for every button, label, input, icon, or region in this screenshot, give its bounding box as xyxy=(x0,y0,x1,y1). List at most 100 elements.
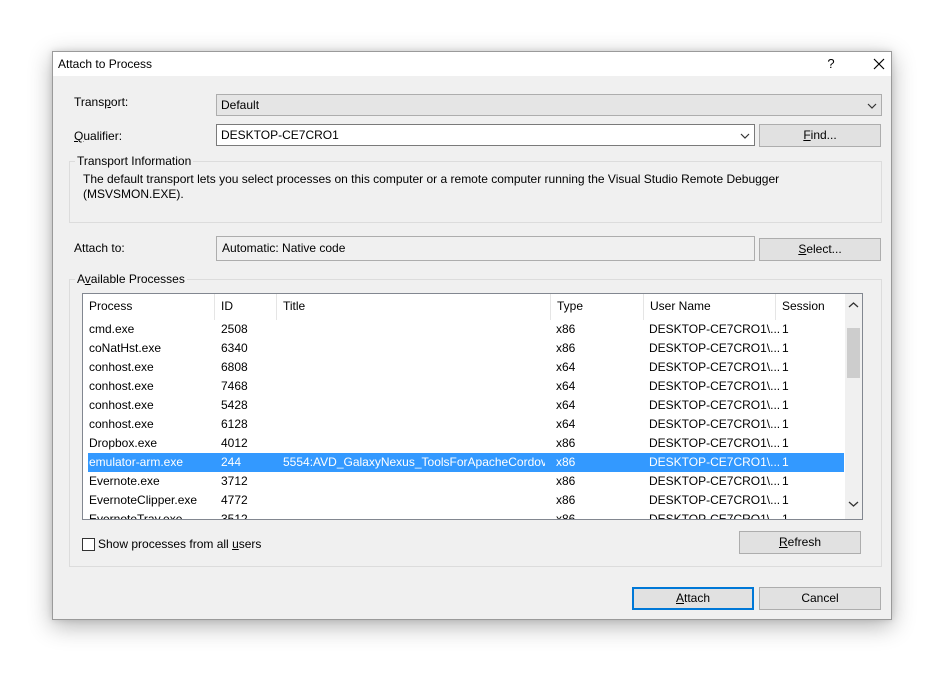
process-type: x64 xyxy=(556,379,576,393)
process-name: conhost.exe xyxy=(89,398,154,412)
process-name: Dropbox.exe xyxy=(89,436,158,450)
process-name: conhost.exe xyxy=(89,417,154,431)
process-user: DESKTOP-CE7CRO1\... xyxy=(649,493,781,507)
table-row[interactable]: coNatHst.exe 6340 x86 DESKTOP-CE7CRO1\..… xyxy=(83,339,845,358)
process-id: 3512 xyxy=(221,512,248,520)
process-id: 244 xyxy=(221,455,242,469)
process-session: 1 xyxy=(782,474,789,488)
table-row-selected[interactable]: emulator-arm.exe 244 5554:AVD_GalaxyNexu… xyxy=(88,453,844,472)
table-row[interactable]: cmd.exe 2508 x86 DESKTOP-CE7CRO1\... 1 xyxy=(83,320,845,339)
process-session: 1 xyxy=(782,379,789,393)
transport-info-line2: (MSVSMON.EXE). xyxy=(83,187,184,201)
process-user: DESKTOP-CE7CRO1\... xyxy=(649,398,781,412)
process-name: conhost.exe xyxy=(89,379,154,393)
process-user: DESKTOP-CE7CRO1\... xyxy=(649,341,781,355)
scrollbar-thumb[interactable] xyxy=(847,328,860,378)
process-user: DESKTOP-CE7CRO1\... xyxy=(649,322,781,336)
process-type: x64 xyxy=(556,417,576,431)
process-list[interactable]: Process ID Title Type User Name Session … xyxy=(82,293,863,520)
available-processes-title: Available Processes xyxy=(75,272,187,286)
process-id: 6340 xyxy=(221,341,248,355)
process-user: DESKTOP-CE7CRO1\... xyxy=(649,379,781,393)
process-session: 1 xyxy=(782,398,789,412)
process-name: conhost.exe xyxy=(89,360,154,374)
close-icon[interactable] xyxy=(871,56,887,72)
process-name: coNatHst.exe xyxy=(89,341,162,355)
show-all-users-checkbox[interactable] xyxy=(82,538,95,551)
table-row[interactable]: EvernoteClipper.exe 4772 x86 DESKTOP-CE7… xyxy=(83,491,845,510)
process-user: DESKTOP-CE7CRO1\... xyxy=(649,417,781,431)
chevron-down-icon[interactable] xyxy=(848,498,859,509)
title-bar: Attach to Process ? xyxy=(53,52,891,76)
process-name: Evernote.exe xyxy=(89,474,160,488)
process-id: 5428 xyxy=(221,398,248,412)
cancel-button[interactable]: Cancel xyxy=(759,587,881,610)
process-session: 1 xyxy=(782,436,789,450)
process-name: cmd.exe xyxy=(89,322,135,336)
process-id: 2508 xyxy=(221,322,248,336)
table-row[interactable]: conhost.exe 5428 x64 DESKTOP-CE7CRO1\...… xyxy=(83,396,845,415)
table-row[interactable]: conhost.exe 6808 x64 DESKTOP-CE7CRO1\...… xyxy=(83,358,845,377)
refresh-button[interactable]: Refresh xyxy=(739,531,861,554)
table-row[interactable]: conhost.exe 6128 x64 DESKTOP-CE7CRO1\...… xyxy=(83,415,845,434)
process-user: DESKTOP-CE7CRO1\... xyxy=(649,474,781,488)
transport-info-group xyxy=(69,161,882,223)
attach-to-process-dialog: Attach to Process ? Transport: Default Q… xyxy=(52,51,892,620)
attach-button[interactable]: Attach xyxy=(632,587,754,610)
process-type: x64 xyxy=(556,398,576,412)
column-header-type[interactable]: Type xyxy=(551,294,644,320)
process-id: 7468 xyxy=(221,379,248,393)
table-row[interactable]: Dropbox.exe 4012 x86 DESKTOP-CE7CRO1\...… xyxy=(83,434,845,453)
process-title: 5554:AVD_GalaxyNexus_ToolsForApacheCordo… xyxy=(283,455,545,469)
transport-info-line1: The default transport lets you select pr… xyxy=(83,172,780,186)
process-id: 3712 xyxy=(221,474,248,488)
process-session: 1 xyxy=(782,512,789,520)
qualifier-combobox[interactable]: DESKTOP-CE7CRO1 xyxy=(216,124,755,146)
transport-value: Default xyxy=(221,98,260,112)
process-name: EvernoteClipper.exe xyxy=(89,493,198,507)
process-name: emulator-arm.exe xyxy=(89,455,184,469)
column-header-process[interactable]: Process xyxy=(83,294,215,320)
process-user: DESKTOP-CE7CRO1\... xyxy=(649,455,781,469)
chevron-up-icon[interactable] xyxy=(848,300,859,311)
table-row[interactable]: conhost.exe 7468 x64 DESKTOP-CE7CRO1\...… xyxy=(83,377,845,396)
process-session: 1 xyxy=(782,493,789,507)
transport-info-title: Transport Information xyxy=(75,154,194,168)
process-session: 1 xyxy=(782,341,789,355)
qualifier-label: Qualifier: xyxy=(74,129,123,143)
process-type: x86 xyxy=(556,322,576,336)
select-button[interactable]: Select... xyxy=(759,238,881,261)
transport-combobox[interactable]: Default xyxy=(216,94,882,116)
process-session: 1 xyxy=(782,455,789,469)
attach-to-field: Automatic: Native code xyxy=(216,236,755,261)
process-session: 1 xyxy=(782,417,789,431)
process-list-header: Process ID Title Type User Name Session xyxy=(83,294,845,320)
process-type: x86 xyxy=(556,512,576,520)
find-button[interactable]: Find... xyxy=(759,124,881,147)
attach-to-value: Automatic: Native code xyxy=(222,241,346,255)
transport-label: Transport: xyxy=(74,95,129,109)
process-user: DESKTOP-CE7CRO1\... xyxy=(649,360,781,374)
process-type: x64 xyxy=(556,360,576,374)
show-all-users-label[interactable]: Show processes from all users xyxy=(98,537,261,551)
table-row[interactable]: EvernoteTray.exe 3512 x86 DESKTOP-CE7CRO… xyxy=(83,510,845,520)
process-session: 1 xyxy=(782,360,789,374)
window-title: Attach to Process xyxy=(58,57,153,71)
process-type: x86 xyxy=(556,436,576,450)
table-row[interactable]: Evernote.exe 3712 x86 DESKTOP-CE7CRO1\..… xyxy=(83,472,845,491)
process-id: 4772 xyxy=(221,493,248,507)
vertical-scrollbar[interactable] xyxy=(845,294,862,519)
column-header-title[interactable]: Title xyxy=(277,294,551,320)
chevron-down-icon xyxy=(867,100,877,110)
help-button[interactable]: ? xyxy=(823,56,839,71)
column-header-user-name[interactable]: User Name xyxy=(644,294,776,320)
qualifier-value: DESKTOP-CE7CRO1 xyxy=(221,128,339,142)
process-type: x86 xyxy=(556,474,576,488)
column-header-session[interactable]: Session xyxy=(776,294,845,320)
chevron-down-icon xyxy=(740,130,750,140)
column-header-id[interactable]: ID xyxy=(215,294,277,320)
process-type: x86 xyxy=(556,341,576,355)
process-name: EvernoteTray.exe xyxy=(89,512,183,520)
process-user: DESKTOP-CE7CRO1\... xyxy=(649,436,781,450)
process-id: 4012 xyxy=(221,436,248,450)
